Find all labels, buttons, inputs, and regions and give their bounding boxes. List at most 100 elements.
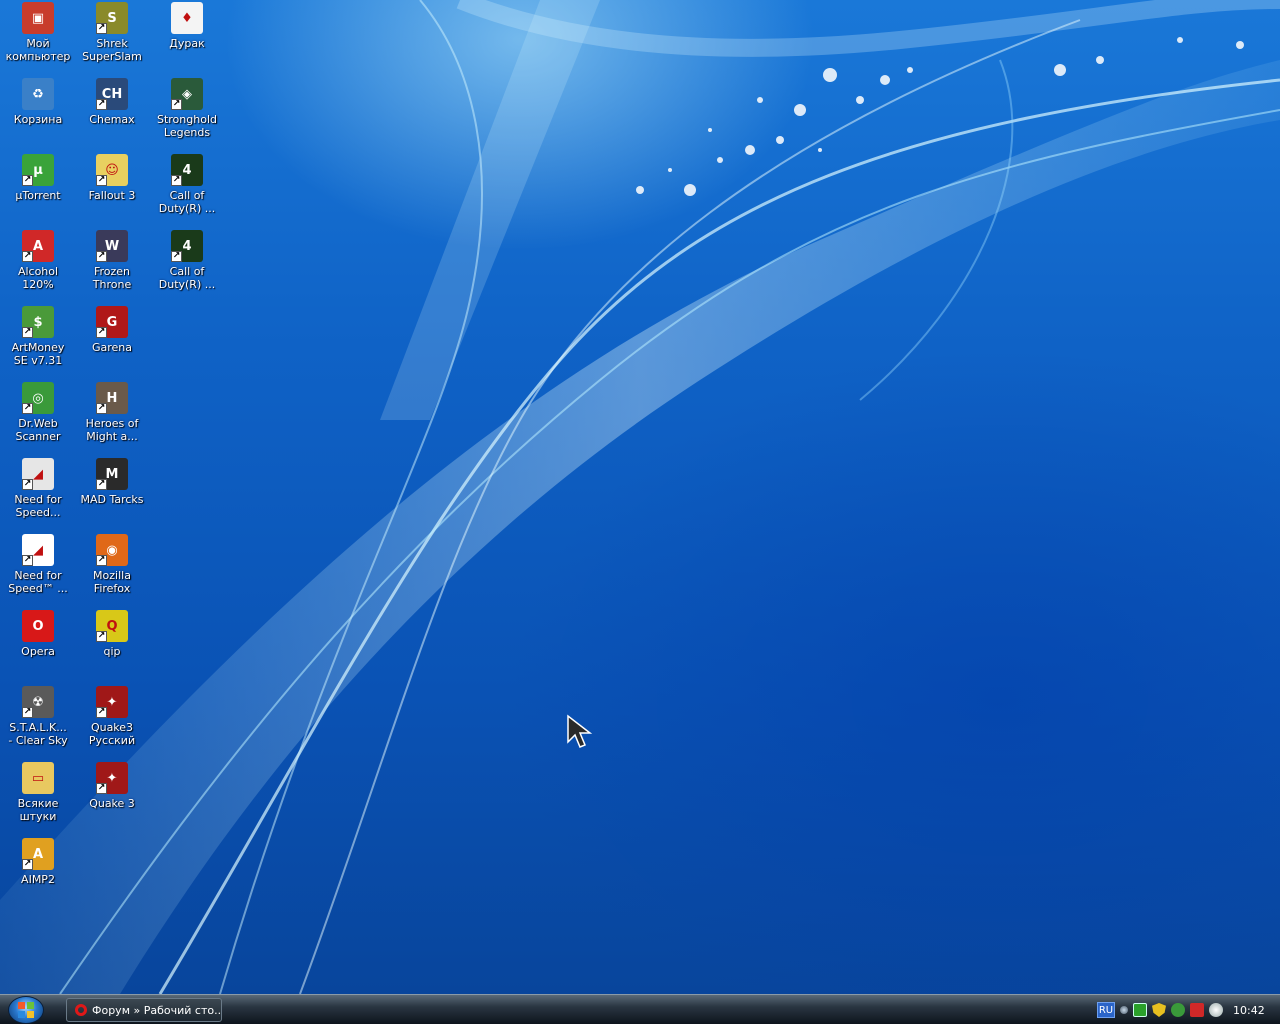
app-icon: µ ↗ bbox=[22, 154, 54, 186]
desktop-icon[interactable]: M ↗ MAD Tarcks bbox=[74, 458, 150, 506]
app-icon: ◎ ↗ bbox=[22, 382, 54, 414]
ati-tray-icon[interactable] bbox=[1190, 1003, 1204, 1017]
desktop-icon[interactable]: H ↗ Heroes of Might a... bbox=[74, 382, 150, 443]
app-icon: Q ↗ bbox=[96, 610, 128, 642]
app-icon-glyph: Q bbox=[106, 618, 118, 634]
app-icon-glyph: $ bbox=[33, 314, 43, 330]
app-icon: CH ↗ bbox=[96, 78, 128, 110]
shortcut-arrow-icon: ↗ bbox=[96, 99, 107, 110]
desktop-icon[interactable]: ☺ ↗ Fallout 3 bbox=[74, 154, 150, 202]
app-icon: ▣ bbox=[22, 2, 54, 34]
app-icon-glyph: ◎ bbox=[32, 390, 44, 406]
desktop-icon[interactable]: ◉ ↗ Mozilla Firefox bbox=[74, 534, 150, 595]
desktop-icon[interactable]: ▭ Всякие штуки bbox=[0, 762, 76, 823]
volume-icon[interactable] bbox=[1209, 1003, 1223, 1017]
app-icon: 4 ↗ bbox=[171, 230, 203, 262]
network-dot-icon[interactable] bbox=[1120, 1006, 1128, 1014]
shortcut-arrow-icon: ↗ bbox=[96, 555, 107, 566]
desktop-icon[interactable]: 4 ↗ Call of Duty(R) ... bbox=[149, 230, 225, 291]
shortcut-arrow-icon: ↗ bbox=[22, 555, 33, 566]
desktop-icon[interactable]: 4 ↗ Call of Duty(R) ... bbox=[149, 154, 225, 215]
desktop-icon-label: qip bbox=[103, 645, 121, 658]
app-icon-glyph: ☢ bbox=[32, 694, 44, 710]
desktop-icon[interactable]: ♻ Корзина bbox=[0, 78, 76, 126]
desktop-icon-label: AIMP2 bbox=[21, 873, 55, 886]
desktop-icon[interactable]: $ ↗ ArtMoney SE v7.31 bbox=[0, 306, 76, 367]
desktop-icon-label: Всякие штуки bbox=[17, 797, 59, 823]
desktop-icon[interactable]: A ↗ AIMP2 bbox=[0, 838, 76, 886]
desktop-icon-label: Корзина bbox=[13, 113, 63, 126]
desktop-icon[interactable]: W ↗ Frozen Throne bbox=[74, 230, 150, 291]
desktop-icon-label: Garena bbox=[91, 341, 133, 354]
app-icon-glyph: 4 bbox=[182, 238, 192, 254]
desktop-icon[interactable]: CH ↗ Chemax bbox=[74, 78, 150, 126]
start-button[interactable] bbox=[8, 996, 44, 1024]
desktop-icon-label: Alcohol 120% bbox=[17, 265, 59, 291]
desktop-icon[interactable]: ◢ ↗ Need for Speed... bbox=[0, 458, 76, 519]
app-icon-glyph: µ bbox=[33, 162, 43, 178]
desktop-icon-label: S.T.A.L.K... - Clear Sky bbox=[8, 721, 68, 747]
drweb-tray-icon[interactable] bbox=[1171, 1003, 1185, 1017]
shortcut-arrow-icon: ↗ bbox=[22, 327, 33, 338]
desktop-icon[interactable]: G ↗ Garena bbox=[74, 306, 150, 354]
desktop-icon[interactable]: ◢ ↗ Need for Speed™ ... bbox=[0, 534, 76, 595]
desktop-icon-label: Shrek SuperSlam bbox=[82, 37, 142, 63]
app-icon-glyph: ▣ bbox=[31, 10, 45, 26]
desktop-icon[interactable]: ♦ Дурак bbox=[149, 2, 225, 50]
desktop-icon[interactable]: µ ↗ µTorrent bbox=[0, 154, 76, 202]
clock[interactable]: 10:42 bbox=[1233, 1004, 1265, 1017]
shortcut-arrow-icon: ↗ bbox=[171, 251, 182, 262]
desktop-icon-label: Call of Duty(R) ... bbox=[158, 189, 216, 215]
app-icon-glyph: M bbox=[105, 466, 119, 482]
app-icon-glyph: A bbox=[32, 238, 44, 254]
shortcut-arrow-icon: ↗ bbox=[22, 859, 33, 870]
desktop-icon[interactable]: O Opera bbox=[0, 610, 76, 658]
app-icon: ◈ ↗ bbox=[171, 78, 203, 110]
desktop-icon[interactable]: ✦ ↗ Quake3 Русский bbox=[74, 686, 150, 747]
desktop-icon[interactable]: Q ↗ qip bbox=[74, 610, 150, 658]
app-icon: O bbox=[22, 610, 54, 642]
shortcut-arrow-icon: ↗ bbox=[96, 707, 107, 718]
app-icon-glyph: ◢ bbox=[33, 542, 43, 558]
desktop-icon[interactable]: A ↗ Alcohol 120% bbox=[0, 230, 76, 291]
shortcut-arrow-icon: ↗ bbox=[22, 479, 33, 490]
shortcut-arrow-icon: ↗ bbox=[171, 99, 182, 110]
desktop-icon-label: Need for Speed... bbox=[14, 493, 62, 519]
app-icon: A ↗ bbox=[22, 838, 54, 870]
shortcut-arrow-icon: ↗ bbox=[96, 23, 107, 34]
desktop-icon-label: Chemax bbox=[89, 113, 135, 126]
taskbar-button-opera[interactable]: Форум » Рабочий сто... bbox=[66, 998, 222, 1022]
utorrent-tray-icon[interactable] bbox=[1133, 1003, 1147, 1017]
app-icon-glyph: ▭ bbox=[31, 770, 45, 786]
desktop-icon-label: MAD Tarcks bbox=[80, 493, 144, 506]
desktop-icon[interactable]: S ↗ Shrek SuperSlam bbox=[74, 2, 150, 63]
desktop-icon-label: ArtMoney SE v7.31 bbox=[11, 341, 65, 367]
shortcut-arrow-icon: ↗ bbox=[22, 251, 33, 262]
app-icon: ◢ ↗ bbox=[22, 458, 54, 490]
shortcut-arrow-icon: ↗ bbox=[22, 175, 33, 186]
app-icon-glyph: ✦ bbox=[106, 694, 118, 710]
desktop-icon[interactable]: ◎ ↗ Dr.Web Scanner bbox=[0, 382, 76, 443]
app-icon: ✦ ↗ bbox=[96, 686, 128, 718]
shortcut-arrow-icon: ↗ bbox=[96, 251, 107, 262]
desktop-icon[interactable]: ☢ ↗ S.T.A.L.K... - Clear Sky bbox=[0, 686, 76, 747]
app-icon-glyph: ◈ bbox=[182, 86, 192, 102]
app-icon-glyph: 4 bbox=[182, 162, 192, 178]
app-icon-glyph: S bbox=[107, 10, 117, 26]
desktop-icon[interactable]: ▣ Мой компьютер bbox=[0, 2, 76, 63]
desktop-icon-label: Мой компьютер bbox=[5, 37, 71, 63]
app-icon-glyph: ✦ bbox=[106, 770, 118, 786]
desktop-icon[interactable]: ✦ ↗ Quake 3 bbox=[74, 762, 150, 810]
desktop-icon[interactable]: ◈ ↗ Stronghold Legends bbox=[149, 78, 225, 139]
app-icon: M ↗ bbox=[96, 458, 128, 490]
language-indicator[interactable]: RU bbox=[1097, 1002, 1115, 1018]
shortcut-arrow-icon: ↗ bbox=[96, 783, 107, 794]
shield-icon[interactable] bbox=[1152, 1003, 1166, 1017]
desktop-icon-label: Opera bbox=[21, 645, 55, 658]
app-icon: $ ↗ bbox=[22, 306, 54, 338]
app-icon: S ↗ bbox=[96, 2, 128, 34]
app-icon: ▭ bbox=[22, 762, 54, 794]
shortcut-arrow-icon: ↗ bbox=[22, 403, 33, 414]
mouse-pointer-icon bbox=[567, 714, 593, 748]
shortcut-arrow-icon: ↗ bbox=[22, 707, 33, 718]
